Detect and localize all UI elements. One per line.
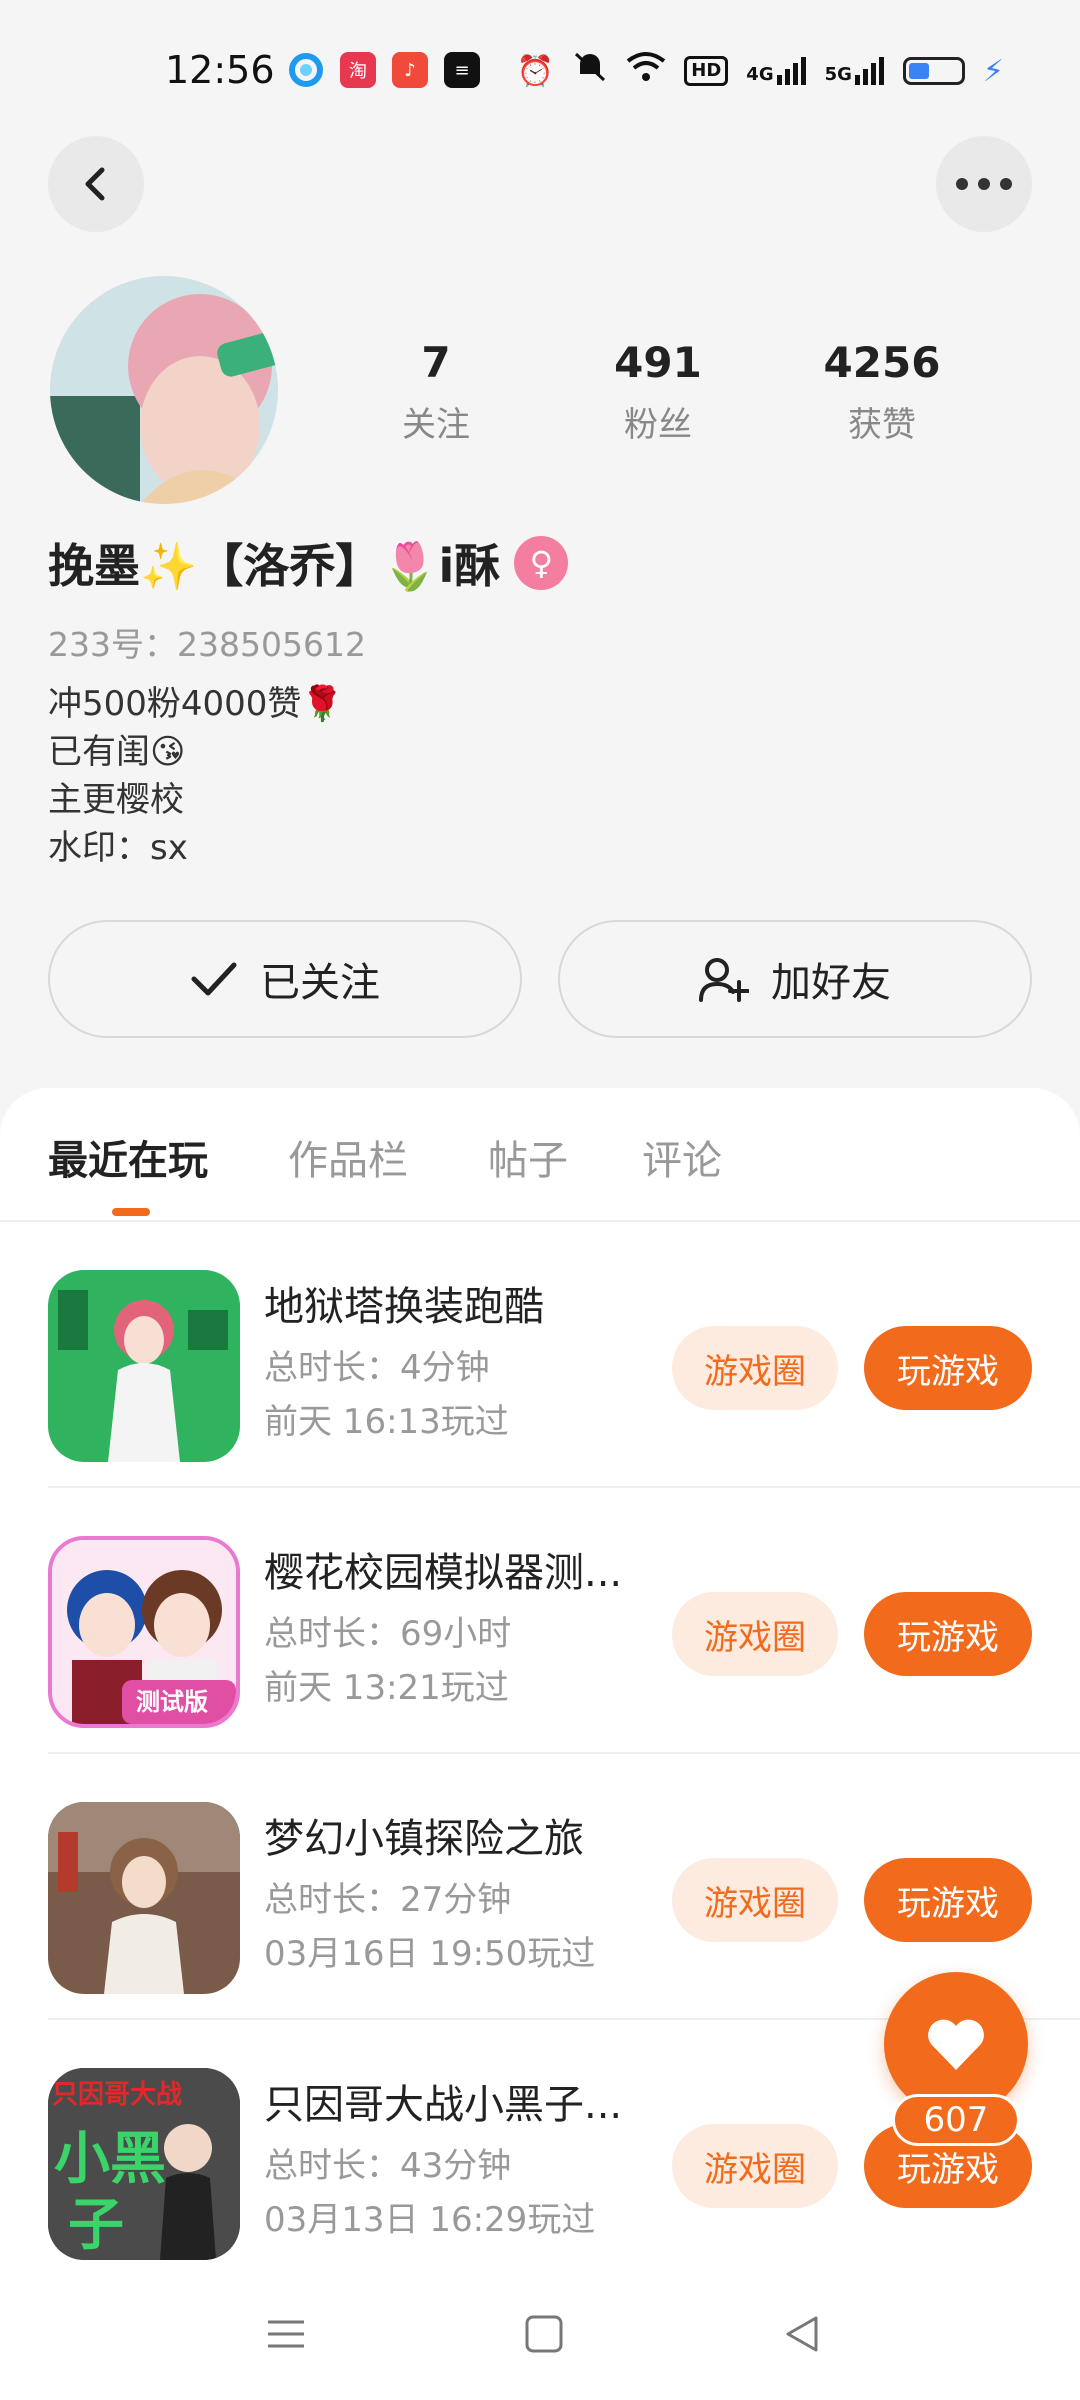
game-icon: 测试版 <box>48 1536 240 1728</box>
game-circle-button[interactable]: 游戏圈 <box>672 1326 838 1410</box>
menu-nav-button[interactable] <box>266 2314 306 2358</box>
followed-button[interactable]: 已关注 <box>48 920 522 1038</box>
add-friend-button[interactable]: 加好友 <box>558 920 1032 1038</box>
username: 挽墨✨【洛乔】🌷i酥 <box>48 539 501 593</box>
game-icon <box>48 1802 240 1994</box>
more-horizontal-icon <box>956 178 1012 190</box>
content-panel: 最近在玩 作品栏 帖子 评论 地狱塔换装跑酷 总时长：4分钟 前天 16:13玩… <box>0 1088 1080 2400</box>
status-bar: 12:56 淘 ♪ ≡ ⏰ HD 4G 5G ⚡ <box>0 0 1080 130</box>
more-button[interactable] <box>936 136 1032 232</box>
likes-label: 获赞 <box>848 405 916 445</box>
game-row[interactable]: 测试版 樱花校园模拟器测... 总时长：69小时 前天 13:21玩过 游戏圈 … <box>0 1488 1080 1754</box>
music-icon: ♪ <box>392 52 428 88</box>
icon-text-top: 只因哥大战 <box>52 2080 183 2110</box>
status-time: 12:56 <box>165 48 275 92</box>
bio: 冲500粉4000赞🌹 已有闺😘 主更樱校 水印：sx <box>48 680 344 872</box>
game-circle-button[interactable]: 游戏圈 <box>672 1858 838 1942</box>
like-count: 607 <box>892 2094 1020 2146</box>
bio-line: 主更樱校 <box>48 780 184 820</box>
stat-likes[interactable]: 4256 获赞 <box>772 338 992 446</box>
system-nav-bar <box>0 2280 1080 2400</box>
icon-text-bottom: 子 <box>68 2193 124 2258</box>
game-title: 梦幻小镇探险之旅 <box>264 1816 584 1862</box>
tab-recently-played[interactable]: 最近在玩 <box>48 1128 208 1186</box>
wifi-icon <box>626 51 666 91</box>
username-row: 挽墨✨【洛乔】🌷i酥 ♀ <box>48 530 569 596</box>
game-circle-button[interactable]: 游戏圈 <box>672 2124 838 2208</box>
menu-icon <box>268 2320 304 2348</box>
4g-signal-icon: 4G <box>746 57 806 85</box>
following-count: 7 <box>421 338 451 387</box>
back-button[interactable] <box>48 136 144 232</box>
net1-label: 4G <box>746 64 774 85</box>
game-circle-button[interactable]: 游戏圈 <box>672 1592 838 1676</box>
heart-icon <box>928 2019 984 2070</box>
test-version-label: 测试版 <box>136 1688 208 1716</box>
battery-icon <box>902 57 965 85</box>
game-duration: 总时长：4分钟 <box>264 1348 490 1388</box>
game-icon <box>48 1270 240 1462</box>
5g-signal-icon: 5G <box>825 57 885 85</box>
tab-comments[interactable]: 评论 <box>642 1128 722 1186</box>
game-last-played: 前天 16:13玩过 <box>264 1402 509 1442</box>
message-icon: ≡ <box>444 52 480 88</box>
fans-label: 粉丝 <box>624 405 692 445</box>
game-last-played: 03月16日 19:50玩过 <box>264 1934 596 1974</box>
hd-icon: HD <box>684 56 729 86</box>
following-label: 关注 <box>402 405 470 445</box>
tab-bar: 最近在玩 作品栏 帖子 评论 <box>0 1088 1080 1222</box>
home-nav-button[interactable] <box>524 2314 564 2358</box>
game-title: 只因哥大战小黑子... <box>264 2082 623 2128</box>
user-id: 233号：238505612 <box>48 625 366 664</box>
female-icon: ♀ <box>514 536 569 590</box>
game-duration: 总时长：69小时 <box>264 1614 512 1654</box>
notification-icons: 淘 ♪ ≡ <box>288 52 480 88</box>
stat-fans[interactable]: 491 粉丝 <box>548 338 768 446</box>
play-game-button[interactable]: 玩游戏 <box>864 1592 1032 1676</box>
back-nav-button[interactable] <box>782 2314 822 2358</box>
followed-label: 已关注 <box>260 960 380 1006</box>
game-last-played: 前天 13:21玩过 <box>264 1668 509 1708</box>
check-icon <box>191 962 237 996</box>
game-title: 樱花校园模拟器测... <box>264 1550 623 1596</box>
play-game-button[interactable]: 玩游戏 <box>864 1326 1032 1410</box>
triangle-back-icon <box>786 2316 818 2352</box>
bio-line: 已有闺😘 <box>48 732 186 772</box>
stat-following[interactable]: 7 关注 <box>326 338 546 446</box>
tab-works[interactable]: 作品栏 <box>288 1128 408 1186</box>
taobao-icon: 淘 <box>340 52 376 88</box>
home-square-icon <box>525 2315 563 2353</box>
browser-icon <box>288 52 324 88</box>
alarm-icon: ⏰ <box>516 53 555 89</box>
mute-icon <box>572 50 608 92</box>
game-duration: 总时长：43分钟 <box>264 2146 512 2186</box>
tab-posts[interactable]: 帖子 <box>488 1128 568 1186</box>
bio-line: 冲500粉4000赞🌹 <box>48 684 344 724</box>
play-game-button[interactable]: 玩游戏 <box>864 1858 1032 1942</box>
fans-count: 491 <box>614 338 702 387</box>
game-last-played: 03月13日 16:29玩过 <box>264 2200 596 2240</box>
game-duration: 总时长：27分钟 <box>264 1880 512 1920</box>
likes-count: 4256 <box>823 338 941 387</box>
game-icon: 只因哥大战 小黑 子 <box>48 2068 240 2260</box>
avatar[interactable] <box>50 276 278 504</box>
net2-label: 5G <box>824 64 852 85</box>
chevron-left-icon <box>85 167 105 201</box>
system-icons: ⏰ HD 4G 5G ⚡ <box>517 50 1004 92</box>
add-user-icon <box>699 958 749 1002</box>
tab-indicator <box>112 1208 150 1216</box>
charging-icon: ⚡ <box>982 53 1004 89</box>
game-title: 地狱塔换装跑酷 <box>264 1284 544 1330</box>
game-row[interactable]: 地狱塔换装跑酷 总时长：4分钟 前天 16:13玩过 游戏圈 玩游戏 <box>0 1222 1080 1488</box>
bio-line: 水印：sx <box>48 828 188 868</box>
add-friend-label: 加好友 <box>771 960 891 1006</box>
game-row[interactable]: 梦幻小镇探险之旅 总时长：27分钟 03月16日 19:50玩过 游戏圈 玩游戏 <box>0 1754 1080 2020</box>
